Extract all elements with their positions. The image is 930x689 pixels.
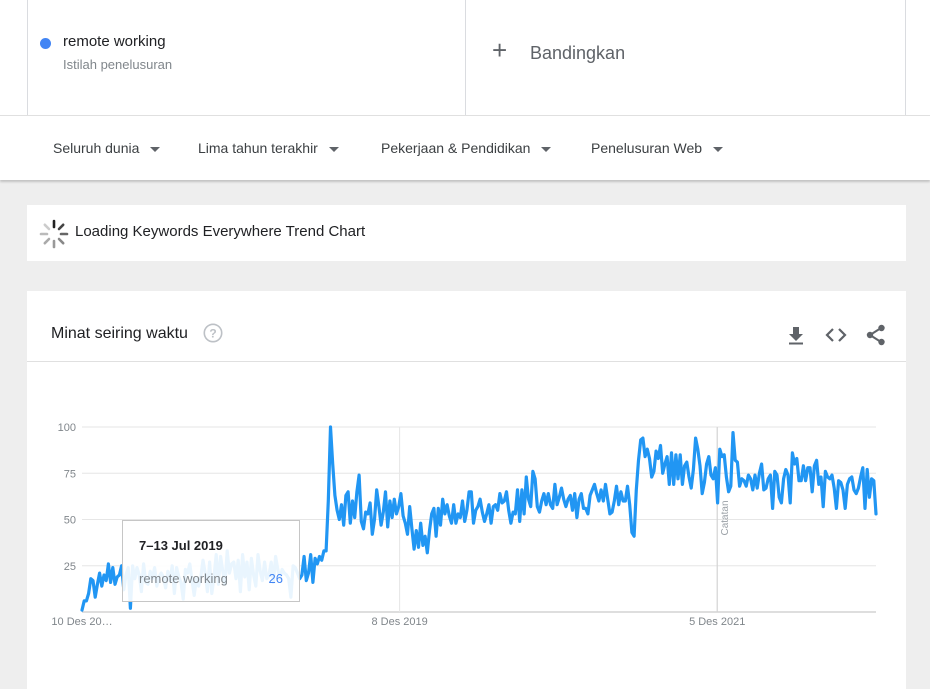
interest-line-chart: 25 50 75 100 10 Des 20… 8 Des 2019 5 Des 2021… — [51, 422, 878, 628]
loading-spinner-icon — [39, 219, 69, 249]
compare-label: Bandingkan — [530, 43, 626, 63]
tooltip-value: 26 — [268, 571, 283, 586]
filter-search-type-label: Penelusuran Web — [591, 140, 703, 156]
y-tick-label: 50 — [64, 515, 76, 527]
keywords-everywhere-banner: Loading Keywords Everywhere Trend Chart — [27, 205, 906, 261]
plus-icon: + — [492, 35, 508, 65]
tooltip-date: 7–13 Jul 2019 — [139, 538, 223, 553]
filter-category[interactable]: Pekerjaan & Pendidikan — [381, 140, 552, 156]
search-term-type: Istilah penelusuran — [63, 57, 173, 72]
caret-down-icon — [713, 146, 724, 152]
search-term-card[interactable]: remote working Istilah penelusuran — [27, 0, 466, 115]
search-term-name[interactable]: remote working — [63, 33, 166, 50]
filter-region-label: Seluruh dunia — [53, 140, 140, 156]
note-marker-label: Catatan — [720, 500, 731, 535]
x-tick-label: 10 Des 20… — [51, 616, 112, 628]
y-tick-label: 100 — [58, 422, 76, 434]
compare-button[interactable]: + Bandingkan — [466, 0, 906, 115]
filter-search-type[interactable]: Penelusuran Web — [591, 140, 724, 156]
caret-down-icon — [541, 146, 552, 152]
filter-time-range-label: Lima tahun terakhir — [198, 140, 318, 156]
filter-category-label: Pekerjaan & Pendidikan — [381, 140, 531, 156]
y-axis-ticks: 25 50 75 100 — [58, 422, 76, 573]
interest-over-time-card: Minat seiring waktu ? 25 50 75 100 10 Des 2… — [27, 291, 906, 689]
x-tick-label: 8 Des 2019 — [371, 616, 427, 628]
caret-down-icon — [150, 146, 161, 152]
x-axis-ticks: 10 Des 20… 8 Des 2019 5 Des 2021 — [51, 616, 745, 628]
banner-text: Loading Keywords Everywhere Trend Chart — [75, 223, 366, 240]
x-tick-label: 5 Des 2021 — [689, 616, 745, 628]
tooltip-term: remote working — [139, 571, 228, 586]
caret-down-icon — [328, 146, 339, 152]
y-tick-label: 25 — [64, 561, 76, 573]
filter-time-range[interactable]: Lima tahun terakhir — [198, 140, 339, 156]
series-color-dot — [40, 38, 51, 49]
search-terms-bar: remote working Istilah penelusuran + Ban… — [0, 0, 930, 115]
y-tick-label: 75 — [64, 468, 76, 480]
filter-bar: Seluruh dunia Lima tahun terakhir Pekerj… — [0, 115, 930, 180]
data-point-tooltip: 7–13 Jul 2019 remote working 26 — [122, 520, 300, 602]
filter-region[interactable]: Seluruh dunia — [53, 140, 161, 156]
